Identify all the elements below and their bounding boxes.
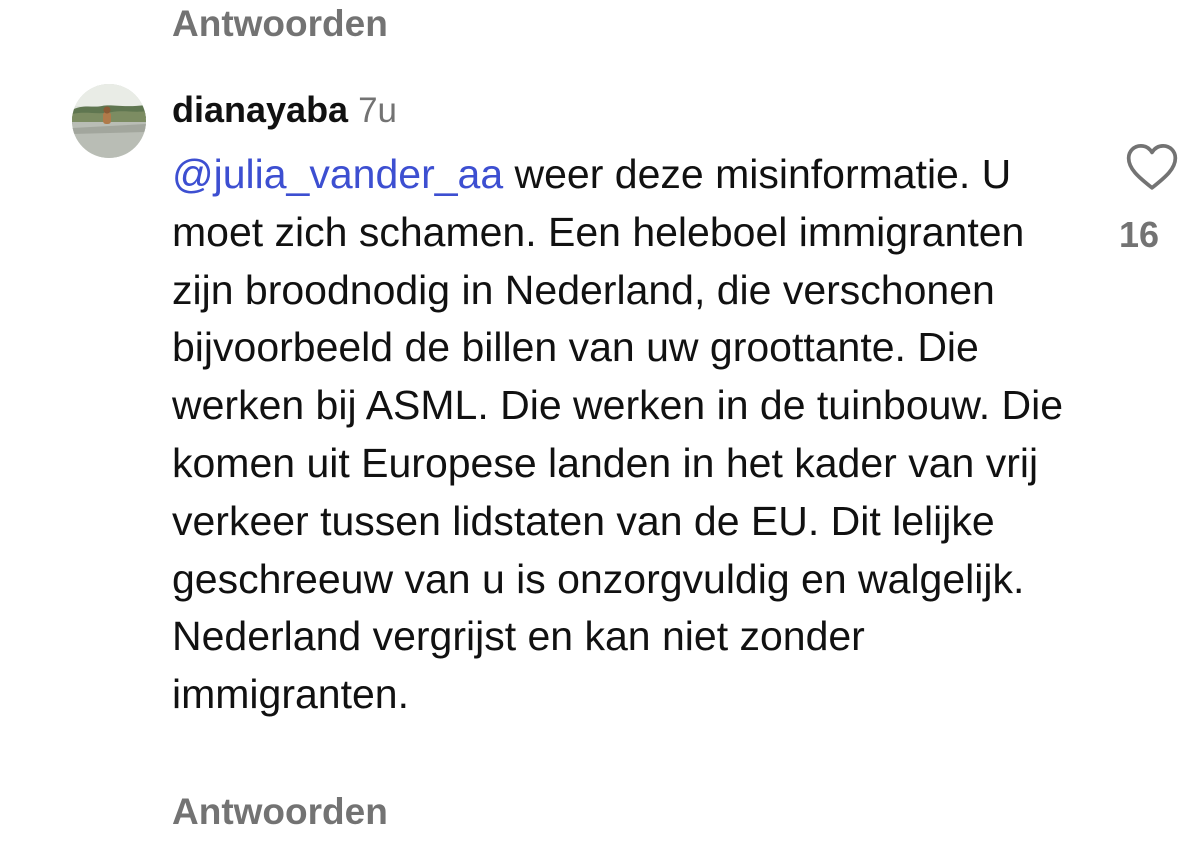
- comment-username[interactable]: dianayaba: [172, 89, 348, 130]
- comment-mention-link[interactable]: @julia_vander_aa: [172, 151, 503, 197]
- avatar-photo: [72, 84, 146, 158]
- comment-header: dianayaba 7u: [172, 86, 397, 142]
- like-count: 16: [1118, 214, 1160, 255]
- heart-outline-icon: [1126, 143, 1178, 190]
- comment-body: weer deze misinformatie. U moet zich sch…: [172, 151, 1064, 718]
- comment-text: @julia_vander_aa weer deze misinformatie…: [172, 146, 1077, 724]
- reply-button[interactable]: Antwoorden: [172, 790, 388, 834]
- like-button[interactable]: [1124, 140, 1180, 196]
- comment-thread: Antwoorden dianayaba 7u @julia_vander_aa …: [0, 0, 1181, 861]
- avatar[interactable]: [72, 84, 146, 158]
- comment-timestamp: 7u: [358, 91, 398, 130]
- previous-comment-reply-button[interactable]: Antwoorden: [172, 2, 388, 46]
